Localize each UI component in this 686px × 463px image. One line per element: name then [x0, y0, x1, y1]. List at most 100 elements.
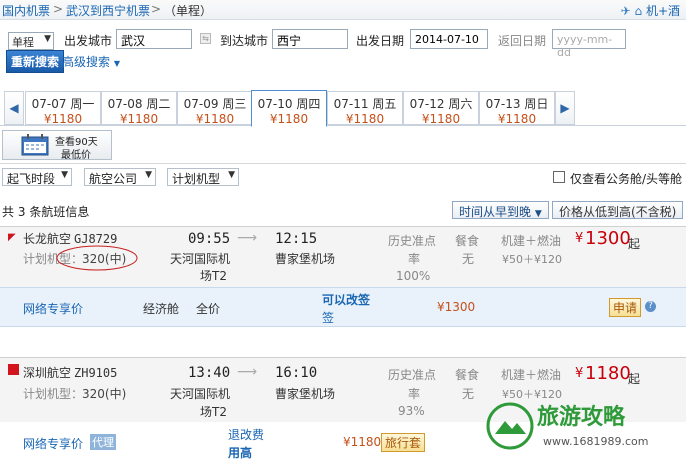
breadcrumb-route[interactable]: 武汉到西宁机票 [66, 2, 150, 19]
date-tab[interactable]: 07-08 周二 ¥1180 [101, 91, 177, 126]
price-symbol: ¥ [575, 366, 584, 381]
apply-button[interactable]: 申请 [609, 298, 642, 317]
sort-arrow-icon: ▼ [534, 209, 542, 219]
meal-value: 无 [462, 387, 475, 401]
chevron-left-icon: ◀ [9, 101, 19, 115]
watermark-brand: 旅游攻略 [537, 404, 626, 430]
advanced-search-label: 高级搜索 [62, 55, 111, 69]
price-suffix: 起 [628, 372, 641, 386]
date-tab[interactable]: 07-12 周六 ¥1180 [403, 91, 479, 126]
date-tab-price: ¥1180 [195, 112, 235, 126]
to-city-input[interactable]: 西宁 [272, 29, 348, 49]
view-90-days-button[interactable]: 查看90天 最低价 [2, 130, 112, 161]
breadcrumb-home[interactable]: 国内机票 [2, 2, 50, 19]
date-tab-date: 07-12 周六 [409, 97, 473, 111]
ontime-value: 100% [396, 269, 431, 283]
highlight-circle [56, 245, 138, 271]
calendar-icon [21, 134, 49, 156]
date-tab[interactable]: 07-13 周日 ¥1180 [479, 91, 555, 126]
prev-week-button[interactable]: ◀ [4, 91, 24, 125]
date-tab-date: 07-10 周四 [257, 97, 321, 111]
fare-type[interactable]: 网络专享价 [23, 300, 83, 317]
lowest-price: 1180 [585, 363, 631, 384]
bed-icon: ⌂ [634, 4, 643, 18]
depart-date-input[interactable]: 2014-07-10 [410, 29, 488, 49]
fare-price: ¥1300 [437, 300, 476, 314]
date-tab-price: ¥1180 [421, 112, 461, 126]
arrival-time: 16:10 [275, 365, 318, 381]
aircraft-filter-label: 计划机型 [172, 172, 221, 186]
watermark-logo-icon [486, 402, 534, 450]
depart-date-label: 出发日期 [356, 34, 405, 48]
aircraft-filter[interactable]: 计划机型 ▼ [167, 168, 239, 186]
change-fee-link-2[interactable]: 用高 [228, 444, 252, 461]
date-tab-price: ¥1180 [43, 112, 83, 126]
ontime-label: 历史准点 [388, 234, 437, 248]
trip-type-select[interactable]: 单程 ▼ [8, 32, 54, 50]
search-button[interactable]: 重新搜索 [6, 50, 65, 73]
swap-icon[interactable]: ⇆ [200, 33, 211, 44]
flight-row[interactable]: ◤ 长龙航空 GJ8729 计划机型： 320(中) 09:55 天河国际机 场… [0, 226, 686, 287]
flight-hotel-link[interactable]: ✈ ⌂ 机+酒 [621, 2, 680, 19]
change-rule-link[interactable]: 可以改签 [322, 291, 370, 308]
chevron-down-icon: ▼ [228, 170, 235, 180]
flight-count-summary: 共 3 条航班信息 [2, 203, 89, 220]
tax-label: 机建＋燃油 [501, 368, 562, 382]
chevron-down-icon: ▼ [145, 170, 152, 180]
watermark-url: www.1681989.com [543, 435, 649, 448]
flight-number[interactable]: GJ8729 [74, 232, 117, 246]
departure-terminal: 场T2 [200, 269, 227, 283]
business-only-checkbox[interactable] [553, 171, 565, 183]
change-fee-link[interactable]: 退改费 [228, 426, 264, 443]
price-symbol: ¥ [575, 231, 584, 246]
chevron-right-icon: ▶ [560, 101, 570, 115]
breadcrumb-separator: > [53, 2, 64, 16]
package-button[interactable]: 旅行套 [381, 433, 426, 452]
from-city-input[interactable]: 武汉 [116, 29, 192, 49]
ontime-label-2: 率 [408, 387, 421, 401]
date-tab[interactable]: 07-07 周一 ¥1180 [25, 91, 101, 126]
tax-value: ¥50＋¥120 [502, 253, 562, 266]
date-tab-price: ¥1180 [269, 112, 309, 126]
date-tab-selected[interactable]: 07-10 周四 ¥1180 [251, 90, 327, 127]
departure-time: 09:55 [188, 231, 231, 247]
sort-by-price-button[interactable]: 价格从低到高(不含税) [552, 201, 684, 219]
departure-time: 13:40 [188, 365, 231, 381]
discount: 全价 [196, 302, 221, 316]
flight-count: 3 [17, 205, 26, 219]
arrival-time: 12:15 [275, 231, 318, 247]
breadcrumb-separator: > [151, 2, 162, 16]
aircraft-label: 计划机型： [23, 387, 84, 401]
advanced-search-link[interactable]: 高级搜索 ▼ [62, 53, 120, 70]
breadcrumb-bar: 国内机票 > 武汉到西宁机票 > （单程） ✈ ⌂ 机+酒 [0, 0, 686, 20]
departure-terminal: 场T2 [200, 405, 227, 419]
departure-airport: 天河国际机 [170, 387, 231, 401]
agent-tag: 代理 [90, 434, 116, 450]
flight-number[interactable]: ZH9105 [74, 366, 117, 380]
sort-by-price-label: 价格从低到高(不含税) [559, 205, 677, 219]
airline-filter[interactable]: 航空公司 ▼ [84, 168, 156, 186]
date-tab[interactable]: 07-09 周三 ¥1180 [177, 91, 253, 126]
date-tab[interactable]: 07-11 周五 ¥1180 [327, 91, 403, 126]
aircraft-type[interactable]: 320(中) [82, 385, 126, 402]
calendar-button-line2: 最低价 [61, 150, 91, 161]
return-date-input[interactable]: yyyy-mm-dd [552, 29, 626, 59]
departure-airport: 天河国际机 [170, 252, 231, 266]
date-tab-price: ¥1180 [497, 112, 537, 126]
sort-by-time-button[interactable]: 时间从早到晚 ▼ [452, 201, 549, 219]
takeoff-time-label: 起飞时段 [7, 172, 56, 186]
fare-type[interactable]: 网络专享价 [23, 435, 83, 452]
caret-down-icon: ▼ [113, 59, 120, 68]
arrival-airport: 曹家堡机场 [275, 252, 336, 266]
next-week-button[interactable]: ▶ [555, 91, 575, 125]
arrow-right-icon: ⟶ [237, 230, 258, 246]
takeoff-time-filter[interactable]: 起飞时段 ▼ [2, 168, 72, 186]
change-rule-link-2[interactable]: 签 [322, 309, 334, 326]
chevron-down-icon: ▼ [44, 34, 51, 44]
help-icon[interactable]: ? [645, 301, 656, 312]
business-only-label: 仅查看公务舱/头等舱 [570, 172, 683, 186]
tax-label: 机建＋燃油 [501, 234, 562, 248]
from-city-label: 出发城市 [64, 34, 113, 48]
ontime-label: 历史准点 [388, 368, 437, 382]
date-tab-date: 07-07 周一 [31, 97, 95, 111]
